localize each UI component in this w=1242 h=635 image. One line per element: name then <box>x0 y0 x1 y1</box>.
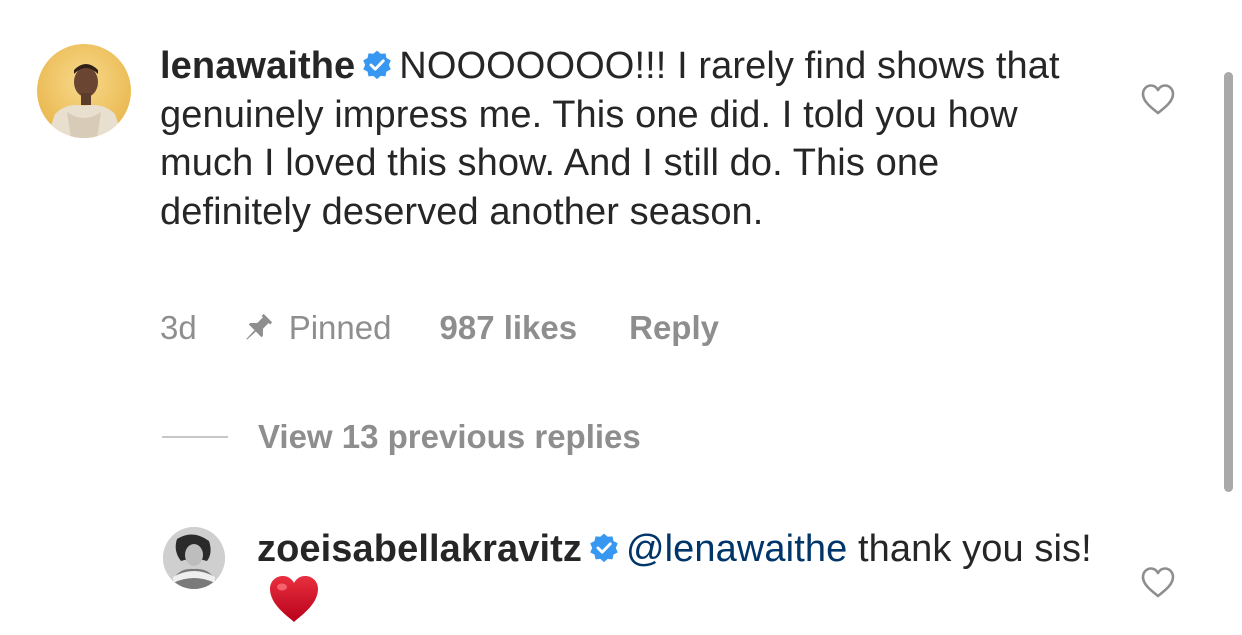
heart-outline-icon[interactable] <box>1140 83 1176 115</box>
verified-badge-icon <box>590 533 618 563</box>
verified-badge-icon <box>363 50 392 80</box>
view-replies-label: View 13 previous replies <box>258 418 641 455</box>
avatar-image <box>163 527 225 589</box>
comment-time: 3d <box>160 309 197 346</box>
comment-meta: 3d Pinned 987 likes Reply <box>160 308 719 348</box>
pinned-label: Pinned <box>288 309 392 346</box>
replies-divider <box>162 436 228 438</box>
view-previous-replies-button[interactable]: View 13 previous replies <box>162 418 641 456</box>
likes-count[interactable]: 987 likes <box>439 309 577 347</box>
heart-outline-icon[interactable] <box>1140 566 1176 598</box>
pin-icon <box>246 313 272 340</box>
red-heart-emoji-icon <box>270 575 318 622</box>
scrollbar[interactable] <box>1224 72 1233 492</box>
reply-button[interactable]: Reply <box>629 309 719 347</box>
avatar[interactable] <box>163 527 225 589</box>
comment-text: lenawaithe NOOOOOOO!!! I rarely find show… <box>160 42 1080 236</box>
avatar-image <box>37 44 131 138</box>
reply-username[interactable]: zoeisabellakravitz <box>257 528 582 570</box>
comment-thread: lenawaithe NOOOOOOO!!! I rarely find show… <box>0 0 1242 635</box>
reply-body: thank you sis! <box>847 528 1092 570</box>
reply-text: zoeisabellakravitz @lenawaithe thank you … <box>257 525 1117 624</box>
mention-link[interactable]: @lenawaithe <box>626 528 847 570</box>
avatar[interactable] <box>37 44 131 138</box>
comment-username[interactable]: lenawaithe <box>160 45 355 87</box>
